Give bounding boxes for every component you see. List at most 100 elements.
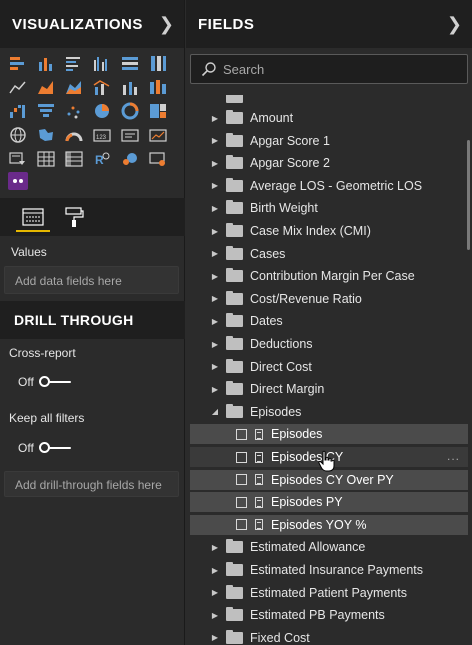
caret-down-icon[interactable]: ◢ <box>204 407 226 416</box>
folder-row[interactable]: ▶ Fixed Cost <box>186 628 468 645</box>
slicer-icon[interactable] <box>8 150 28 168</box>
caret-right-icon[interactable]: ▶ <box>204 136 226 145</box>
caret-right-icon[interactable]: ▶ <box>204 204 226 213</box>
values-drop-well[interactable]: Add data fields here <box>4 266 179 294</box>
folder-icon <box>226 223 243 237</box>
folder-row[interactable]: ▶ Average LOS - Geometric LOS <box>186 176 468 196</box>
toggle-switch-icon[interactable] <box>38 442 73 453</box>
caret-right-icon[interactable]: ▶ <box>204 181 226 190</box>
folder-row[interactable]: ▶ Contribution Margin Per Case <box>186 266 468 286</box>
caret-right-icon[interactable]: ▶ <box>204 588 226 597</box>
folder-row[interactable]: ▶ Case Mix Index (CMI) <box>186 221 468 241</box>
field-checkbox[interactable] <box>236 474 247 486</box>
treemap-icon[interactable] <box>148 102 168 120</box>
map-icon[interactable] <box>8 126 28 144</box>
line-column-2-icon[interactable] <box>120 78 140 96</box>
folder-row[interactable]: ▶ Apgar Score 2 <box>186 153 468 173</box>
caret-right-icon[interactable]: ▶ <box>204 294 226 303</box>
waterfall-icon[interactable] <box>8 102 28 120</box>
more-options-icon[interactable]: ... <box>447 449 460 463</box>
folder-row[interactable]: ▶ Cases <box>186 244 468 264</box>
caret-right-icon[interactable]: ▶ <box>204 633 226 642</box>
area-chart-icon[interactable] <box>36 78 56 96</box>
folder-row[interactable]: ▶ Direct Cost <box>186 357 468 377</box>
folder-row[interactable]: ▶ Deductions <box>186 334 468 354</box>
kpi-icon[interactable] <box>148 126 168 144</box>
folder-row[interactable]: ▶ Birth Weight <box>186 198 468 218</box>
caret-right-icon[interactable]: ▶ <box>204 114 226 123</box>
measure-row[interactable]: Episodes CY Over PY <box>190 469 468 490</box>
measure-row[interactable]: Episodes <box>190 424 468 445</box>
caret-right-icon[interactable]: ▶ <box>204 543 226 552</box>
keep-filters-toggle[interactable]: Off <box>18 441 73 455</box>
line-column-icon[interactable] <box>92 78 112 96</box>
folder-row[interactable]: ▶ Estimated Patient Payments <box>186 583 468 603</box>
custom-visual-icon[interactable] <box>148 150 168 168</box>
custom-visual-extra-icon[interactable] <box>8 172 28 190</box>
caret-right-icon[interactable]: ▶ <box>204 385 226 394</box>
folder-row[interactable]: ◢ Episodes <box>186 402 468 422</box>
folder-row[interactable]: ▶ Amount <box>186 108 468 128</box>
stacked-bar-icon[interactable] <box>8 54 28 72</box>
folder-row[interactable]: ▶ Estimated Insurance Payments <box>186 560 468 580</box>
ribbon-chart-icon[interactable] <box>148 78 168 96</box>
field-checkbox[interactable] <box>236 496 247 508</box>
folder-row[interactable]: ▶ Apgar Score 1 <box>186 131 468 151</box>
paint-roller-icon[interactable] <box>62 206 86 228</box>
100-column-icon[interactable] <box>148 54 168 72</box>
toggle-switch-icon[interactable] <box>38 376 73 387</box>
drill-through-drop-well[interactable]: Add drill-through fields here <box>4 471 179 497</box>
cross-report-toggle[interactable]: Off <box>18 375 73 389</box>
folder-icon <box>226 95 243 103</box>
scatter-icon[interactable] <box>64 102 84 120</box>
matrix-icon[interactable] <box>64 150 84 168</box>
gauge-icon[interactable] <box>64 126 84 144</box>
caret-right-icon[interactable]: ▶ <box>204 317 226 326</box>
filled-map-icon[interactable] <box>36 126 56 144</box>
pie-icon[interactable] <box>92 102 112 120</box>
caret-right-icon[interactable]: ▶ <box>204 340 226 349</box>
measure-label: Episodes PY <box>271 495 343 510</box>
field-checkbox[interactable] <box>236 451 247 463</box>
r-visual-icon[interactable]: R <box>92 150 112 168</box>
stacked-area-icon[interactable] <box>64 78 84 96</box>
stacked-column-icon[interactable] <box>36 54 56 72</box>
caret-right-icon[interactable]: ▶ <box>204 272 226 281</box>
folder-row[interactable]: ▶ Dates <box>186 311 468 331</box>
caret-right-icon[interactable]: ▶ <box>204 362 226 371</box>
caret-right-icon[interactable]: ▶ <box>204 227 226 236</box>
table-icon[interactable] <box>36 150 56 168</box>
caret-right-icon[interactable]: ▶ <box>204 566 226 575</box>
measure-row[interactable]: Episodes PY <box>190 492 468 513</box>
field-checkbox[interactable] <box>236 428 247 440</box>
caret-right-icon[interactable]: ▶ <box>204 249 226 258</box>
field-checkbox[interactable] <box>236 519 247 531</box>
collapse-fields-icon[interactable]: ❯ <box>447 14 462 35</box>
folder-row[interactable]: ▶ Direct Margin <box>186 379 468 399</box>
collapse-visualizations-icon[interactable]: ❯ <box>159 14 174 35</box>
folder-icon <box>226 110 243 124</box>
donut-icon[interactable] <box>120 102 140 120</box>
search-input[interactable]: Search <box>190 54 468 84</box>
measure-row[interactable]: Episodes YOY % <box>190 514 468 535</box>
funnel-icon[interactable] <box>36 102 56 120</box>
multirow-card-icon[interactable] <box>120 126 140 144</box>
clustered-column-icon[interactable] <box>92 54 112 72</box>
folder-row[interactable]: ▶ Cost/Revenue Ratio <box>186 289 468 309</box>
fields-tab-icon[interactable] <box>21 206 45 228</box>
folder-icon <box>226 403 243 418</box>
folder-icon <box>226 381 243 396</box>
caret-right-icon[interactable]: ▶ <box>204 159 226 168</box>
calculator-icon <box>255 496 263 508</box>
clustered-bar-icon[interactable] <box>64 54 84 72</box>
card-icon[interactable]: 123 <box>92 126 112 144</box>
line-chart-icon[interactable] <box>8 78 28 96</box>
caret-right-icon[interactable]: ▶ <box>204 611 226 620</box>
folder-row[interactable]: ▶ Estimated PB Payments <box>186 605 468 625</box>
folder-label: Estimated Allowance <box>250 540 366 555</box>
fields-scrollbar[interactable] <box>467 140 470 250</box>
100-bar-icon[interactable] <box>120 54 140 72</box>
arcgis-icon[interactable] <box>120 150 140 168</box>
folder-row[interactable]: ▶ Estimated Allowance <box>186 537 468 557</box>
measure-label: Episodes CY Over PY <box>271 472 394 487</box>
